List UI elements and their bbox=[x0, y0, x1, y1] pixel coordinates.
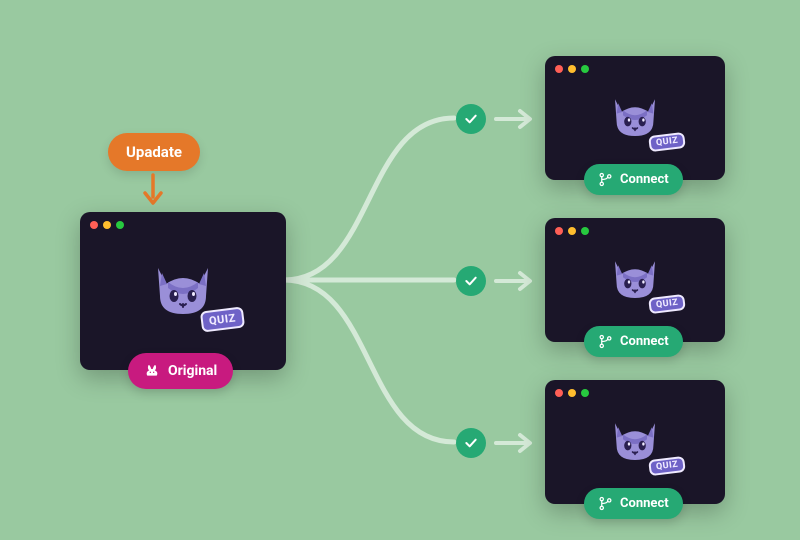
cat-icon: QUIZ bbox=[148, 258, 218, 324]
close-dot-icon bbox=[555, 227, 563, 235]
check-icon bbox=[463, 273, 479, 289]
connect-label: Connect bbox=[620, 172, 669, 187]
branch-connectors bbox=[284, 100, 464, 450]
rabbit-icon bbox=[144, 363, 160, 379]
minimize-dot-icon bbox=[568, 227, 576, 235]
check-icon bbox=[463, 111, 479, 127]
cat-icon: QUIZ bbox=[607, 415, 663, 469]
arrow-right-icon bbox=[494, 107, 536, 131]
window-traffic-lights bbox=[555, 65, 589, 73]
original-label: Original bbox=[168, 363, 217, 379]
check-icon bbox=[463, 435, 479, 451]
target-window: QUIZ bbox=[545, 218, 725, 342]
close-dot-icon bbox=[555, 389, 563, 397]
quiz-chip: QUIZ bbox=[648, 132, 686, 152]
cat-icon: QUIZ bbox=[607, 253, 663, 307]
cat-icon: QUIZ bbox=[607, 91, 663, 145]
update-badge: Upadate bbox=[108, 133, 200, 171]
close-dot-icon bbox=[555, 65, 563, 73]
connect-button[interactable]: Connect bbox=[584, 488, 683, 519]
connect-button[interactable]: Connect bbox=[584, 164, 683, 195]
arrow-right-icon bbox=[494, 431, 536, 455]
window-traffic-lights bbox=[90, 221, 124, 229]
connect-label: Connect bbox=[620, 496, 669, 511]
minimize-dot-icon bbox=[568, 389, 576, 397]
branch-icon bbox=[598, 334, 613, 349]
arrow-down-icon bbox=[141, 173, 165, 207]
window-traffic-lights bbox=[555, 227, 589, 235]
close-dot-icon bbox=[90, 221, 98, 229]
branch-icon bbox=[598, 496, 613, 511]
check-badge bbox=[456, 104, 486, 134]
quiz-label: QUIZ bbox=[655, 298, 678, 311]
quiz-label: QUIZ bbox=[208, 311, 236, 327]
check-badge bbox=[456, 266, 486, 296]
zoom-dot-icon bbox=[581, 65, 589, 73]
target-window: QUIZ bbox=[545, 56, 725, 180]
original-badge: Original bbox=[128, 353, 233, 389]
target-window: QUIZ bbox=[545, 380, 725, 504]
branch-icon bbox=[598, 172, 613, 187]
arrow-right-icon bbox=[494, 269, 536, 293]
quiz-chip: QUIZ bbox=[648, 294, 686, 314]
source-window: QUIZ bbox=[80, 212, 286, 370]
quiz-chip: QUIZ bbox=[648, 456, 686, 476]
quiz-label: QUIZ bbox=[655, 460, 678, 473]
minimize-dot-icon bbox=[568, 65, 576, 73]
minimize-dot-icon bbox=[103, 221, 111, 229]
connect-label: Connect bbox=[620, 334, 669, 349]
check-badge bbox=[456, 428, 486, 458]
window-traffic-lights bbox=[555, 389, 589, 397]
connect-button[interactable]: Connect bbox=[584, 326, 683, 357]
quiz-chip: QUIZ bbox=[200, 306, 245, 332]
zoom-dot-icon bbox=[581, 389, 589, 397]
quiz-label: QUIZ bbox=[655, 136, 678, 149]
zoom-dot-icon bbox=[116, 221, 124, 229]
zoom-dot-icon bbox=[581, 227, 589, 235]
update-label: Upadate bbox=[126, 143, 182, 161]
